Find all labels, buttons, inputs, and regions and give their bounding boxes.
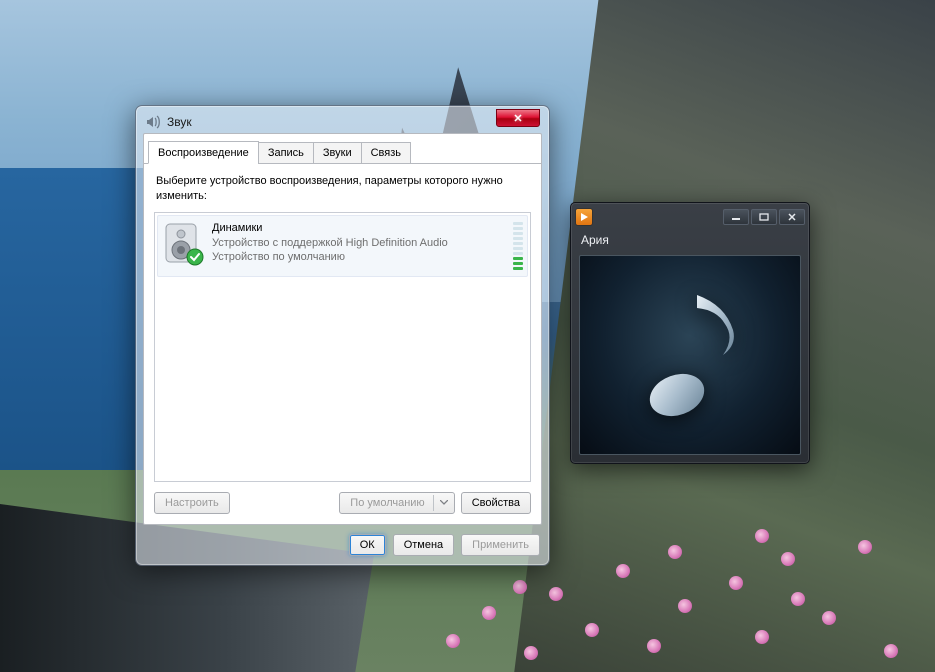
minimize-button[interactable]	[723, 209, 749, 225]
level-meter	[511, 220, 525, 272]
device-name: Динамики	[212, 221, 511, 236]
tab-label: Запись	[268, 147, 304, 159]
wmp-logo-icon	[575, 208, 593, 226]
apply-button[interactable]: Применить	[461, 534, 540, 556]
level-segment	[513, 252, 523, 255]
speaker-icon	[145, 114, 161, 130]
chevron-down-icon[interactable]	[433, 495, 454, 511]
level-segment	[513, 237, 523, 240]
music-note-icon	[625, 280, 755, 430]
set-default-button[interactable]: По умолчанию	[339, 492, 454, 514]
cancel-button[interactable]: Отмена	[393, 534, 454, 556]
level-segment	[513, 257, 523, 260]
device-default-status: Устройство по умолчанию	[212, 250, 511, 265]
level-segment	[513, 247, 523, 250]
tab-sounds[interactable]: Звуки	[313, 142, 362, 164]
level-segment	[513, 227, 523, 230]
now-playing-title: Ария	[571, 231, 809, 251]
level-segment	[513, 262, 523, 265]
media-player-titlebar[interactable]	[571, 203, 809, 231]
button-label: Отмена	[404, 539, 443, 551]
tab-label: Воспроизведение	[158, 147, 249, 159]
tabs: Воспроизведение Запись Звуки Связь	[144, 140, 541, 164]
tab-recording[interactable]: Запись	[258, 142, 314, 164]
tab-label: Связь	[371, 147, 401, 159]
configure-button[interactable]: Настроить	[154, 492, 230, 514]
button-label: Применить	[472, 539, 529, 551]
tab-label: Звуки	[323, 147, 352, 159]
media-player-window: Ария	[570, 202, 810, 464]
properties-button[interactable]: Свойства	[461, 492, 531, 514]
button-label: По умолчанию	[350, 497, 424, 509]
close-button[interactable]: ✕	[496, 109, 540, 127]
button-label: Свойства	[472, 497, 520, 509]
level-segment	[513, 232, 523, 235]
album-art[interactable]	[579, 255, 801, 455]
close-icon: ✕	[513, 112, 522, 125]
level-segment	[513, 222, 523, 225]
tab-playback[interactable]: Воспроизведение	[148, 141, 259, 164]
instruction-text: Выберите устройство воспроизведения, пар…	[156, 174, 529, 204]
maximize-button[interactable]	[751, 209, 777, 225]
sound-dialog-title: Звук	[167, 115, 496, 129]
button-label: Настроить	[165, 497, 219, 509]
button-label: ОК	[360, 539, 375, 551]
device-description: Устройство с поддержкой High Definition …	[212, 236, 511, 251]
level-segment	[513, 242, 523, 245]
media-close-button[interactable]	[779, 209, 805, 225]
ok-button[interactable]: ОК	[349, 534, 386, 556]
device-list[interactable]: Динамики Устройство с поддержкой High De…	[154, 212, 531, 482]
sound-dialog-titlebar[interactable]: Звук ✕	[143, 113, 542, 133]
sound-dialog: Звук ✕ Воспроизведение Запись Звуки Связ…	[135, 105, 550, 566]
tab-communications[interactable]: Связь	[361, 142, 411, 164]
level-segment	[513, 267, 523, 270]
device-speaker-icon	[160, 220, 206, 266]
device-item-speakers[interactable]: Динамики Устройство с поддержкой High De…	[157, 215, 528, 277]
